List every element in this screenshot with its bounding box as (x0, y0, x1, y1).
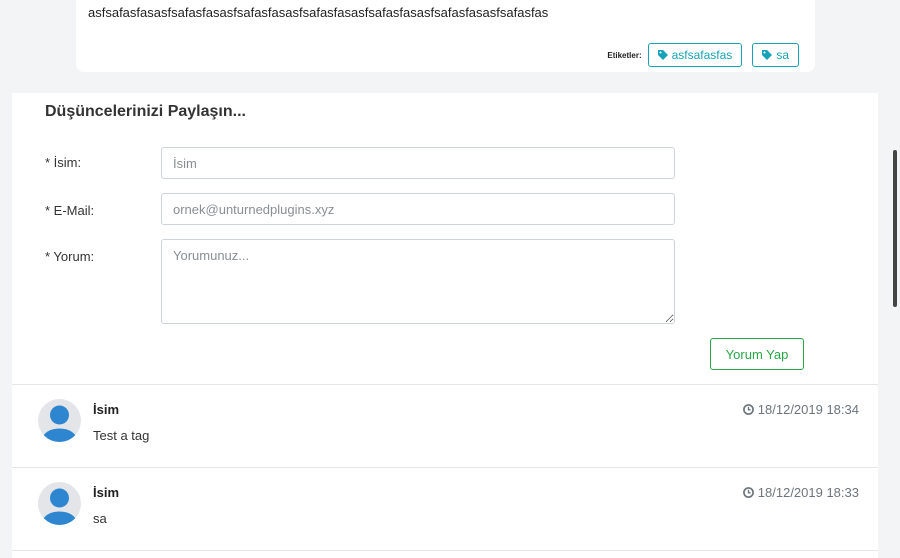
tag-icon (762, 50, 773, 60)
name-label: * İsim: (45, 155, 82, 170)
page-scrollbar[interactable] (893, 150, 897, 307)
email-label: * E-Mail: (45, 203, 95, 218)
comment-date: 18/12/2019 18:33 (742, 485, 859, 500)
post-card: asfsafasfasasfsafasfasasfsafasfasasfsafa… (76, 0, 815, 72)
clock-icon (742, 404, 754, 415)
name-input[interactable] (161, 147, 675, 179)
comments-section: Düşüncelerinizi Paylaşın... * İsim: * E-… (12, 93, 878, 558)
tag-icon (657, 50, 668, 60)
comment-author: İsim (93, 402, 120, 417)
submit-comment-button[interactable]: Yorum Yap (710, 338, 804, 370)
tags-label: Etiketler: (607, 50, 642, 60)
post-body: asfsafasfasasfsafasfasasfsafasfasasfsafa… (88, 5, 549, 20)
comment-item: İsim sa 18/12/2019 18:33 (12, 467, 878, 550)
comment-date: 18/12/2019 18:34 (742, 402, 859, 417)
email-input[interactable] (161, 193, 675, 225)
comment-date-text: 18/12/2019 18:34 (757, 402, 859, 417)
form-title: Düşüncelerinizi Paylaşın... (45, 103, 246, 120)
tag-link[interactable]: sa (752, 43, 799, 67)
clock-icon (742, 487, 754, 498)
comment-item: İsim Test a tag 18/12/2019 18:34 (12, 384, 878, 467)
comment-label: * Yorum: (45, 249, 95, 264)
user-avatar-icon (38, 482, 81, 525)
tag-link[interactable]: asfsafasfas (647, 43, 743, 67)
comment-author: İsim (93, 485, 120, 500)
comment-textarea[interactable] (161, 239, 675, 324)
tag-label: sa (776, 48, 789, 62)
comment-date-text: 18/12/2019 18:33 (757, 485, 859, 500)
tags-row: Etiketler: asfsafasfas sa (607, 43, 799, 67)
user-avatar-icon (38, 399, 81, 442)
tag-label: asfsafasfas (671, 48, 733, 62)
comment-item (12, 550, 878, 558)
comment-text: sa (93, 511, 107, 526)
comment-text: Test a tag (93, 428, 150, 443)
